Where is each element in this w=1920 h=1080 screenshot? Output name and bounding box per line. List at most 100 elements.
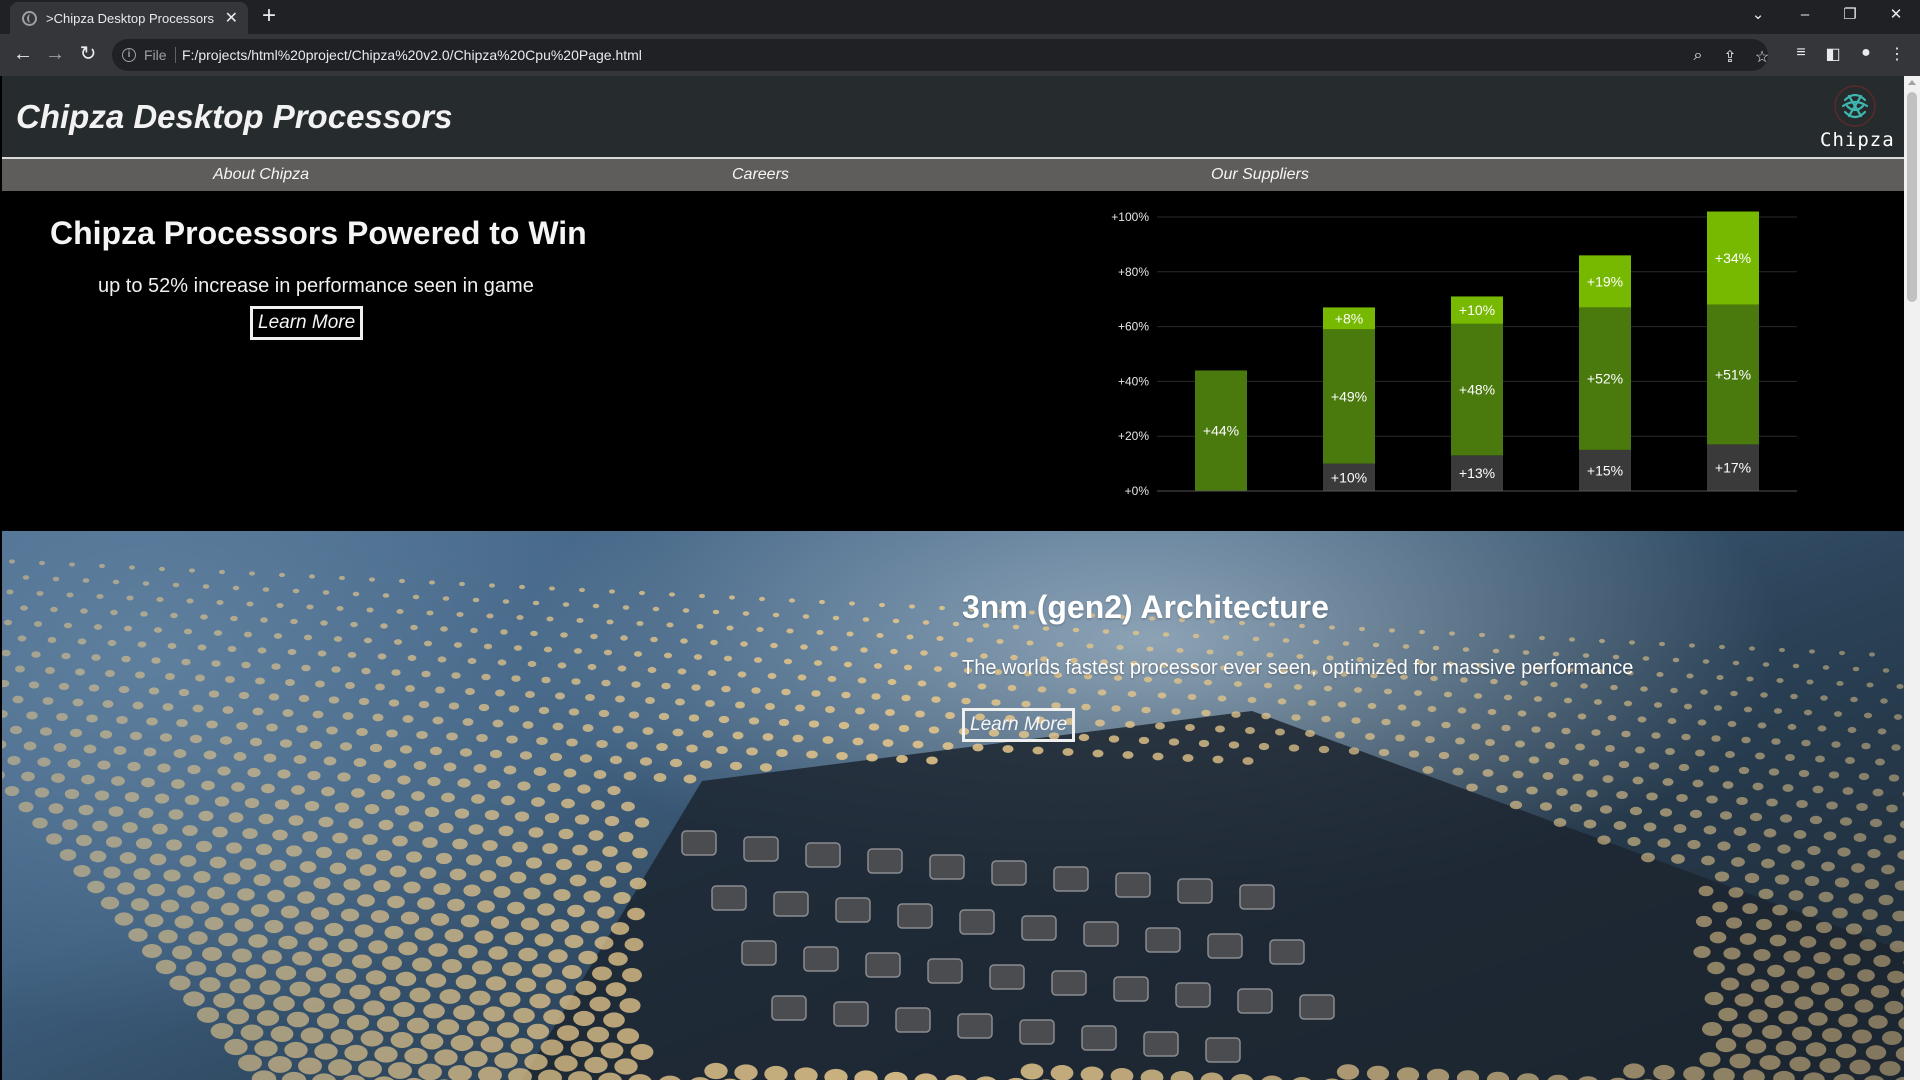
bookmark-star-icon[interactable]: ☆	[1752, 47, 1772, 67]
nav-our-suppliers[interactable]: Our Suppliers	[1211, 166, 1309, 184]
cpu-pin	[1793, 830, 1807, 839]
tab-search-chevron-icon[interactable]: ⌄	[1746, 5, 1770, 25]
reload-button[interactable]: ↻	[76, 43, 100, 65]
cpu-pin	[1808, 1012, 1828, 1026]
cpu-pin	[942, 742, 954, 750]
cpu-pin	[229, 978, 251, 994]
nav-about-chipza[interactable]: About Chipza	[213, 166, 309, 184]
cpu-pin	[1526, 786, 1538, 795]
cpu-pin	[381, 789, 395, 800]
cpu-pin	[1097, 689, 1107, 696]
side-panel-icon[interactable]: ◧	[1822, 44, 1844, 64]
cpu-pin	[825, 706, 835, 713]
menu-kebab-icon[interactable]: ⋮	[1886, 44, 1908, 64]
zoom-icon[interactable]: ⌕	[1688, 47, 1708, 65]
cpu-pin	[1847, 726, 1857, 734]
cpu-pin	[573, 1010, 595, 1027]
cpu-pin	[203, 750, 217, 760]
scrollbar-thumb[interactable]	[1907, 92, 1917, 302]
cpu-pin	[386, 729, 398, 738]
cpu-pin	[1441, 721, 1451, 729]
close-tab-icon[interactable]: ✕	[225, 8, 238, 28]
cpu-pin	[165, 839, 183, 851]
page-scrollbar[interactable]	[1904, 76, 1920, 1080]
cpu-pin	[339, 742, 353, 751]
reading-list-icon[interactable]: ≡	[1790, 44, 1812, 62]
cpu-pin	[746, 747, 758, 756]
cpu-pin	[384, 925, 404, 940]
cpu-pin	[1835, 1043, 1857, 1059]
cpu-pin	[536, 736, 548, 746]
cpu-pin	[459, 581, 465, 587]
cpu-pin	[1873, 954, 1891, 968]
cpu-pin	[4, 785, 20, 797]
cpu-pin	[1610, 684, 1618, 691]
info-icon[interactable]: i	[122, 48, 136, 62]
cpu-pin	[417, 897, 435, 910]
cpu-pin	[312, 710, 324, 719]
cpu-pin	[666, 622, 674, 628]
scroll-up-arrow-icon[interactable]	[1908, 80, 1916, 85]
new-tab-button[interactable]: +	[262, 4, 276, 28]
chipza-logo[interactable]: Chipza	[1820, 84, 1894, 154]
cpu-pin	[789, 598, 795, 603]
architecture-learn-more-button[interactable]: Learn More	[962, 708, 1076, 742]
cpu-pin	[849, 601, 855, 606]
cpu-pin	[204, 916, 224, 931]
bar-data-label: +15%	[1587, 462, 1623, 478]
cpu-pin	[285, 679, 295, 686]
cpu-pin	[363, 637, 373, 644]
cpu-pin	[105, 670, 115, 677]
smd-capacitor	[867, 848, 903, 874]
cpu-pin	[514, 811, 530, 822]
cpu-pin	[284, 1041, 308, 1059]
cpu-pin	[1187, 693, 1197, 701]
cpu-pin	[677, 668, 687, 675]
profile-icon[interactable]: ●	[1855, 44, 1877, 62]
cpu-pin	[961, 697, 971, 705]
cpu-pin	[1492, 648, 1500, 654]
cpu-pin	[199, 977, 221, 992]
url-text[interactable]: F:/projects/html%20project/Chipza%20v2.0…	[182, 47, 642, 63]
cpu-pin	[1081, 703, 1091, 711]
cpu-pin	[273, 633, 283, 639]
hero-learn-more-button[interactable]: Learn More	[250, 306, 364, 340]
cpu-pin	[196, 1007, 220, 1023]
cpu-pin	[931, 696, 941, 703]
cpu-pin	[1132, 630, 1140, 636]
forward-button[interactable]: →	[43, 43, 67, 65]
cpu-pin	[1591, 729, 1601, 736]
browser-tab[interactable]: >Chipza Desktop Processors ✕	[10, 2, 248, 34]
cpu-pin	[508, 705, 520, 713]
address-bar[interactable]: i File F:/projects/html%20project/Chipza…	[112, 39, 1769, 71]
share-icon[interactable]: ⇪	[1720, 47, 1740, 67]
cpu-pin	[189, 568, 195, 573]
back-button[interactable]: ←	[11, 43, 35, 65]
cpu-pin	[305, 967, 327, 982]
cpu-pin	[1695, 749, 1705, 757]
cpu-pin	[360, 1030, 384, 1047]
cpu-pin	[639, 757, 653, 766]
cpu-pin	[1813, 951, 1831, 965]
cpu-pin	[151, 657, 161, 664]
cpu-pin	[1700, 689, 1708, 695]
cpu-pin	[280, 905, 300, 919]
cpu-pin	[279, 739, 293, 748]
nav-careers[interactable]: Careers	[732, 166, 789, 184]
cpu-pin	[309, 574, 315, 579]
cpu-pin	[770, 642, 778, 649]
cpu-pin	[352, 954, 372, 969]
minimize-button[interactable]: –	[1793, 5, 1817, 25]
cpu-pin	[113, 746, 127, 755]
cpu-pin	[75, 834, 93, 847]
cpu-pin	[197, 644, 207, 651]
cpu-pin	[493, 885, 511, 899]
cpu-pin	[354, 924, 374, 938]
cpu-pin	[528, 827, 544, 838]
cpu-pin	[1329, 625, 1335, 630]
cpu-pin	[477, 900, 495, 913]
cpu-pin	[1413, 690, 1423, 696]
restore-button[interactable]: ❐	[1838, 5, 1862, 25]
cpu-pin	[388, 1062, 412, 1079]
close-window-button[interactable]: ✕	[1884, 5, 1908, 25]
